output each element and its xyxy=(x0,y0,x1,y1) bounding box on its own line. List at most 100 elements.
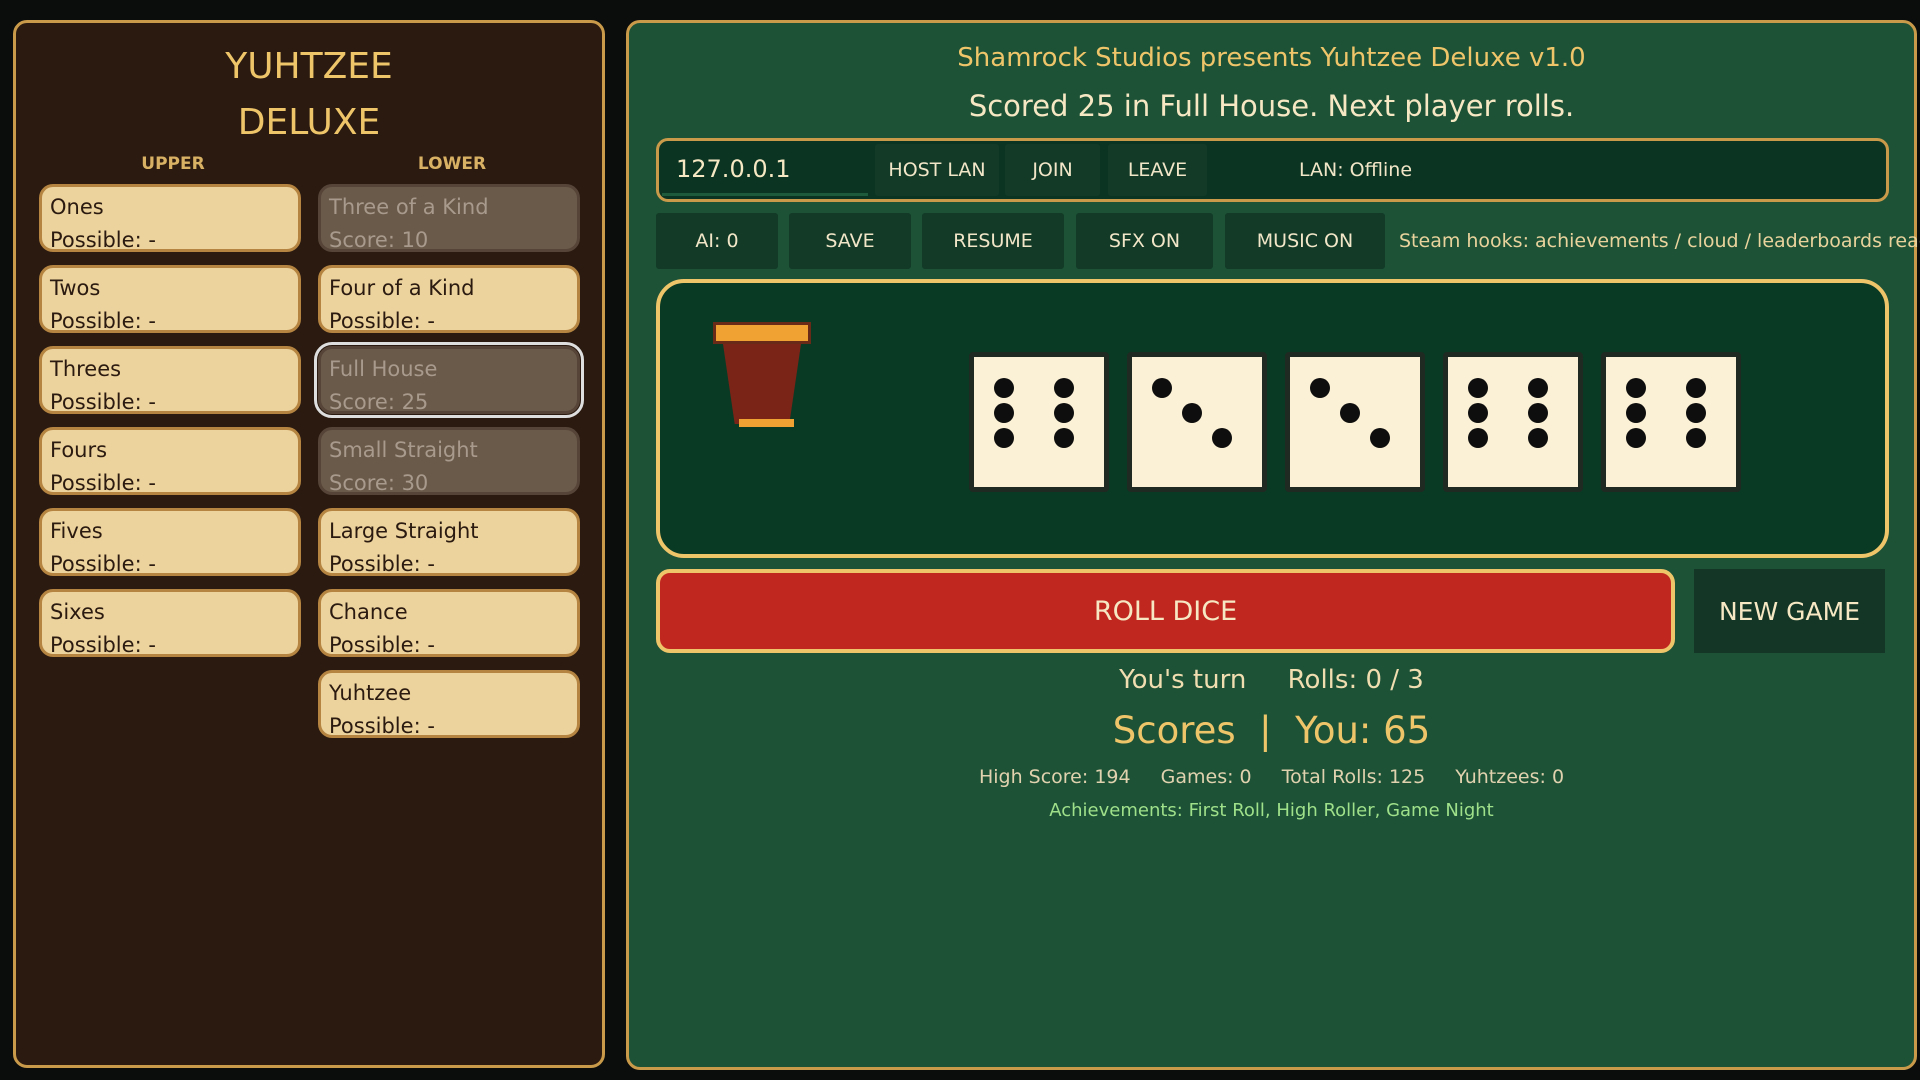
die-pip xyxy=(1310,378,1330,398)
score-cell-fours[interactable]: Fours Possible: - xyxy=(39,427,301,495)
die-pip xyxy=(994,428,1014,448)
score-cell-name: Twos xyxy=(50,276,101,300)
score-cell-name: Three of a Kind xyxy=(329,195,489,219)
lower-section-header: LOWER xyxy=(417,154,487,174)
scores-label: Scores xyxy=(1112,709,1236,752)
score-cell-name: Full House xyxy=(329,357,438,381)
die-pip xyxy=(1340,403,1360,423)
score-cell-full-house[interactable]: Full House Score: 25 xyxy=(314,342,584,418)
stats-line: High Score: 194 Games: 0 Total Rolls: 12… xyxy=(629,766,1914,788)
game-panel: Shamrock Studios presents Yuhtzee Deluxe… xyxy=(626,20,1920,1070)
join-button[interactable]: JOIN xyxy=(1005,144,1100,196)
games-played: Games: 0 xyxy=(1160,766,1252,788)
yuhtzee-count: Yuhtzees: 0 xyxy=(1455,766,1565,788)
die-pip xyxy=(1686,378,1706,398)
total-rolls: Total Rolls: 125 xyxy=(1281,766,1426,788)
dice-table xyxy=(656,279,1889,558)
die-pip xyxy=(1468,378,1488,398)
die-pip xyxy=(1686,428,1706,448)
die-pip xyxy=(994,378,1014,398)
score-cell-large-straight[interactable]: Large Straight Possible: - xyxy=(318,508,580,576)
die-pip xyxy=(1468,428,1488,448)
game-title: YUHTZEE DELUXE xyxy=(16,39,602,151)
die-pip xyxy=(1626,378,1646,398)
lan-status: LAN: Offline xyxy=(1299,159,1413,181)
game-title-line1: YUHTZEE xyxy=(225,46,393,87)
die-pip xyxy=(1182,403,1202,423)
score-cell-name: Small Straight xyxy=(329,438,478,462)
high-score: High Score: 194 xyxy=(978,766,1131,788)
die-pip xyxy=(1468,403,1488,423)
score-cell-four-of-a-kind[interactable]: Four of a Kind Possible: - xyxy=(318,265,580,333)
die-pip xyxy=(1686,403,1706,423)
music-toggle-button[interactable]: MUSIC ON xyxy=(1225,213,1385,269)
score-cell-chance[interactable]: Chance Possible: - xyxy=(318,589,580,657)
score-cell-name: Threes xyxy=(50,357,122,381)
score-cell-value: Possible: - xyxy=(329,309,435,333)
player-score: You: 65 xyxy=(1295,709,1431,752)
score-cell-name: Fives xyxy=(50,519,103,543)
score-cell-name: Four of a Kind xyxy=(329,276,475,300)
die-2[interactable] xyxy=(1127,352,1267,492)
score-cell-value: Possible: - xyxy=(329,633,435,657)
turn-player: You's turn xyxy=(1119,665,1247,695)
die-pip xyxy=(1528,428,1548,448)
ip-address-input[interactable] xyxy=(662,144,868,196)
score-cell-value: Possible: - xyxy=(50,471,156,495)
ai-toggle-button[interactable]: AI: 0 xyxy=(656,213,778,269)
die-pip xyxy=(1054,378,1074,398)
upper-section-header: UPPER xyxy=(141,154,205,174)
score-cell-name: Chance xyxy=(329,600,408,624)
die-pip xyxy=(994,403,1014,423)
score-cell-threes[interactable]: Threes Possible: - xyxy=(39,346,301,414)
score-cell-name: Ones xyxy=(50,195,104,219)
score-cell-name: Yuhtzee xyxy=(329,681,412,705)
new-game-button[interactable]: NEW GAME xyxy=(1694,569,1885,653)
score-cell-three-of-a-kind[interactable]: Three of a Kind Score: 10 xyxy=(318,184,580,252)
score-cell-value: Score: 30 xyxy=(329,471,429,495)
die-pip xyxy=(1370,428,1390,448)
resume-button[interactable]: RESUME xyxy=(922,213,1064,269)
leave-button[interactable]: LEAVE xyxy=(1108,144,1207,196)
scores-line: Scores | You: 65 xyxy=(1112,709,1431,752)
credit-line: Shamrock Studios presents Yuhtzee Deluxe… xyxy=(957,43,1586,73)
score-cell-ones[interactable]: Ones Possible: - xyxy=(39,184,301,252)
die-pip xyxy=(1626,403,1646,423)
die-pip xyxy=(1212,428,1232,448)
die-pip xyxy=(1528,403,1548,423)
host-lan-button[interactable]: HOST LAN xyxy=(875,144,999,196)
score-cell-value: Possible: - xyxy=(50,228,156,252)
score-cell-name: Fours xyxy=(50,438,108,462)
score-cell-value: Possible: - xyxy=(50,390,156,414)
achievements-line: Achievements: First Roll, High Roller, G… xyxy=(1049,800,1494,821)
score-cell-fives[interactable]: Fives Possible: - xyxy=(39,508,301,576)
score-cell-sixes[interactable]: Sixes Possible: - xyxy=(39,589,301,657)
score-cell-value: Possible: - xyxy=(329,552,435,576)
die-pip xyxy=(1528,378,1548,398)
status-message: Scored 25 in Full House. Next player rol… xyxy=(968,89,1575,123)
lan-bar: HOST LAN JOIN LEAVE LAN: Offline xyxy=(656,138,1889,202)
score-cell-twos[interactable]: Twos Possible: - xyxy=(39,265,301,333)
game-title-line2: DELUXE xyxy=(237,102,381,143)
steam-status: Steam hooks: achievements / cloud / lead… xyxy=(1399,230,1920,252)
score-cell-value: Possible: - xyxy=(329,714,435,738)
turn-info: You's turn Rolls: 0 / 3 xyxy=(629,665,1914,695)
score-cell-value: Score: 10 xyxy=(329,228,429,252)
die-4[interactable] xyxy=(1443,352,1583,492)
score-cell-name: Large Straight xyxy=(329,519,479,543)
die-5[interactable] xyxy=(1601,352,1741,492)
roll-dice-button[interactable]: ROLL DICE xyxy=(656,569,1675,653)
sfx-toggle-button[interactable]: SFX ON xyxy=(1076,213,1213,269)
score-cell-value: Score: 25 xyxy=(329,390,429,414)
score-cell-value: Possible: - xyxy=(50,552,156,576)
score-cell-value: Possible: - xyxy=(50,309,156,333)
die-1[interactable] xyxy=(969,352,1109,492)
score-cell-name: Sixes xyxy=(50,600,105,624)
die-pip xyxy=(1054,403,1074,423)
score-cell-yuhtzee[interactable]: Yuhtzee Possible: - xyxy=(318,670,580,738)
score-cell-value: Possible: - xyxy=(50,633,156,657)
die-3[interactable] xyxy=(1285,352,1425,492)
score-cell-small-straight[interactable]: Small Straight Score: 30 xyxy=(318,427,580,495)
scorecard-panel: YUHTZEE DELUXE UPPER LOWER Ones Possible… xyxy=(13,20,605,1068)
save-button[interactable]: SAVE xyxy=(789,213,911,269)
